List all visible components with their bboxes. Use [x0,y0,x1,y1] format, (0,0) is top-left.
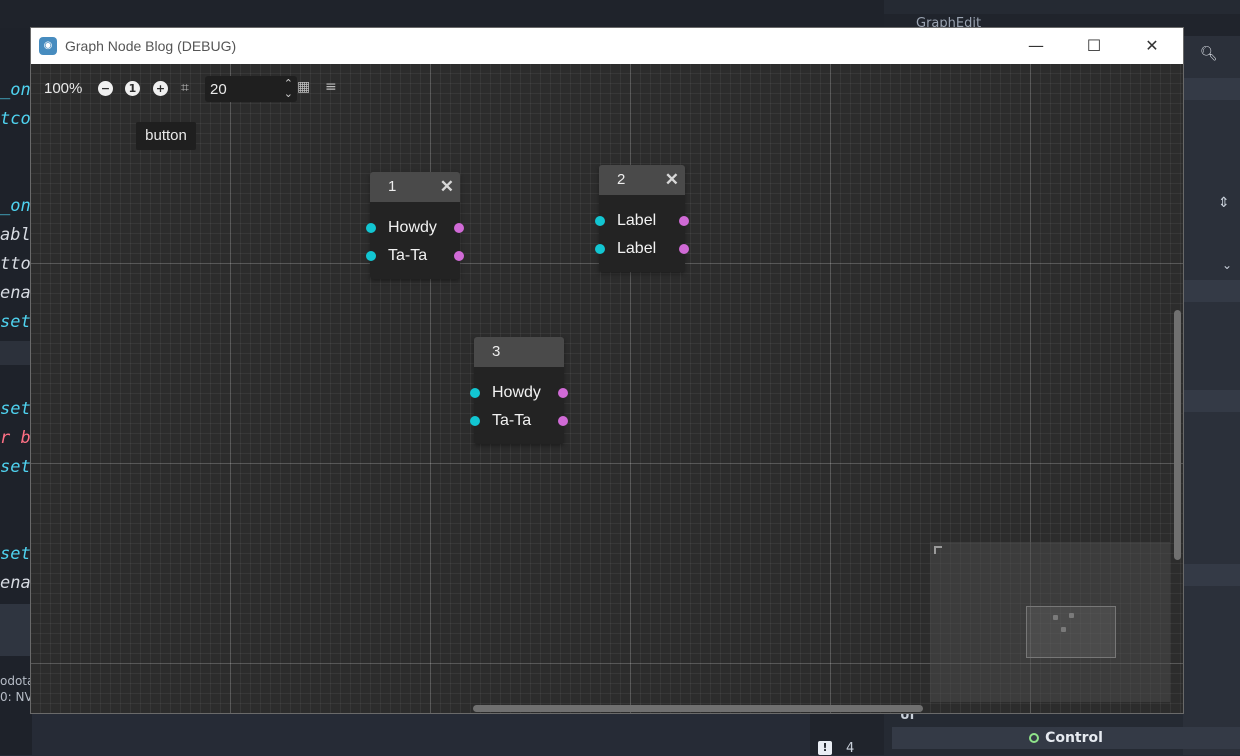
scene-root-label: Control [1045,730,1103,746]
control-node-icon [1029,733,1040,743]
arrange-nodes-icon[interactable]: ≡ [325,79,337,95]
output-port[interactable] [558,388,568,398]
zoom-level: 100% [44,80,83,97]
slot-label: Label [617,240,657,257]
graph-node-slot: Label [595,207,689,235]
minimap-node [1069,613,1074,618]
input-port[interactable] [366,223,376,233]
graph-node-titlebar[interactable]: 2 ✕ [599,165,685,195]
maximize-button[interactable]: ☐ [1065,28,1123,64]
vertical-scrollbar[interactable] [1174,310,1181,560]
close-icon[interactable]: ✕ [665,165,679,195]
minimap-node [1053,615,1058,620]
zoom-in-icon[interactable]: + [153,81,168,96]
code-line: _on [0,80,31,100]
slot-label: Howdy [388,219,437,236]
graph-node-slot: Howdy [366,214,464,242]
editor-bottom-panel [0,604,32,656]
scene-root-row[interactable]: Control [892,727,1240,749]
chevron-down-icon[interactable]: ⌄ [1222,258,1232,272]
zoom-reset-icon[interactable]: 1 [125,81,140,96]
close-button[interactable]: ✕ [1123,28,1181,64]
minimap-viewport[interactable] [1026,606,1116,658]
spin-arrows-icon[interactable]: ⌃ ⌄ [284,78,293,99]
console-line: 0: NV [0,690,32,704]
slot-label: Label [617,212,657,229]
code-line: set_ [0,457,32,477]
godot-logo-icon: ◉ [39,37,57,55]
minimap-toggle-icon[interactable]: ▦ [297,79,310,95]
code-line: enal [0,573,32,593]
graph-node-titlebar[interactable]: 1 ✕ [370,172,460,202]
graph-node-2[interactable]: 2 ✕ Label Label [595,165,689,272]
graph-node-3[interactable]: 3 Howdy Ta-Ta [470,337,568,444]
warning-count: 4 [846,741,855,756]
code-line: set_ [0,312,32,332]
window-title: Graph Node Blog (DEBUG) [65,38,237,54]
graph-node-title: 2 [617,171,626,188]
output-port[interactable] [679,244,689,254]
graph-node-titlebar[interactable]: 3 [474,337,564,367]
minimap-node [1061,627,1066,632]
graph-node-slot: Ta-Ta [366,242,464,270]
close-icon[interactable]: ✕ [440,172,454,202]
input-port[interactable] [366,251,376,261]
code-line: enal [0,283,32,303]
code-line: ttor [0,254,32,274]
inspector-band [1183,390,1240,412]
output-port[interactable] [558,416,568,426]
minimap[interactable] [930,542,1170,702]
code-line: able [0,225,32,245]
debug-window: ◉ Graph Node Blog (DEBUG) — ☐ ✕ 100% − 1… [31,28,1183,713]
graph-edit-canvas[interactable]: 100% − 1 + ⌗ 20 ⌃ ⌄ ▦ ≡ button 1 ✕ Howdy … [31,64,1183,713]
input-port[interactable] [470,388,480,398]
graph-node-title: 3 [492,343,501,360]
code-line: r bg [0,428,32,448]
graph-node-title: 1 [388,178,397,195]
title-bar[interactable]: ◉ Graph Node Blog (DEBUG) — ☐ ✕ [31,28,1183,64]
code-line: set_ [0,544,32,564]
snap-distance-spinbox[interactable]: 20 ⌃ ⌄ [205,76,297,102]
graph-node-1[interactable]: 1 ✕ Howdy Ta-Ta [366,172,464,279]
code-line: tcon [0,109,32,129]
output-port[interactable] [679,216,689,226]
snap-grid-icon[interactable]: ⌗ [181,80,189,96]
code-line: set_ [0,399,32,419]
output-port[interactable] [454,251,464,261]
code-highlight-band [0,341,32,365]
graph-node-slot: Ta-Ta [470,407,568,435]
horizontal-scrollbar[interactable] [473,705,923,712]
search-icon[interactable]: 🔍︎ [1200,46,1218,62]
console-line: odota [0,674,32,688]
input-port[interactable] [595,244,605,254]
warning-icon[interactable]: ! [818,741,832,755]
input-port[interactable] [470,416,480,426]
demo-button[interactable]: button [136,122,196,150]
slot-label: Howdy [492,384,541,401]
code-line: _on [0,196,31,216]
inspector-band [1183,280,1240,302]
zoom-out-icon[interactable]: − [98,81,113,96]
slot-label: Ta-Ta [492,412,532,429]
output-port[interactable] [454,223,464,233]
graph-node-slot: Howdy [470,379,568,407]
graph-node-slot: Label [595,235,689,263]
input-port[interactable] [595,216,605,226]
inspector-band [1183,564,1240,586]
minimap-resize-handle[interactable] [934,546,942,554]
inspector-band [1183,78,1240,100]
minimize-button[interactable]: — [1007,28,1065,64]
updown-icon[interactable]: ⇕ [1218,195,1230,211]
snap-distance-value[interactable]: 20 [210,81,227,98]
slot-label: Ta-Ta [388,247,428,264]
